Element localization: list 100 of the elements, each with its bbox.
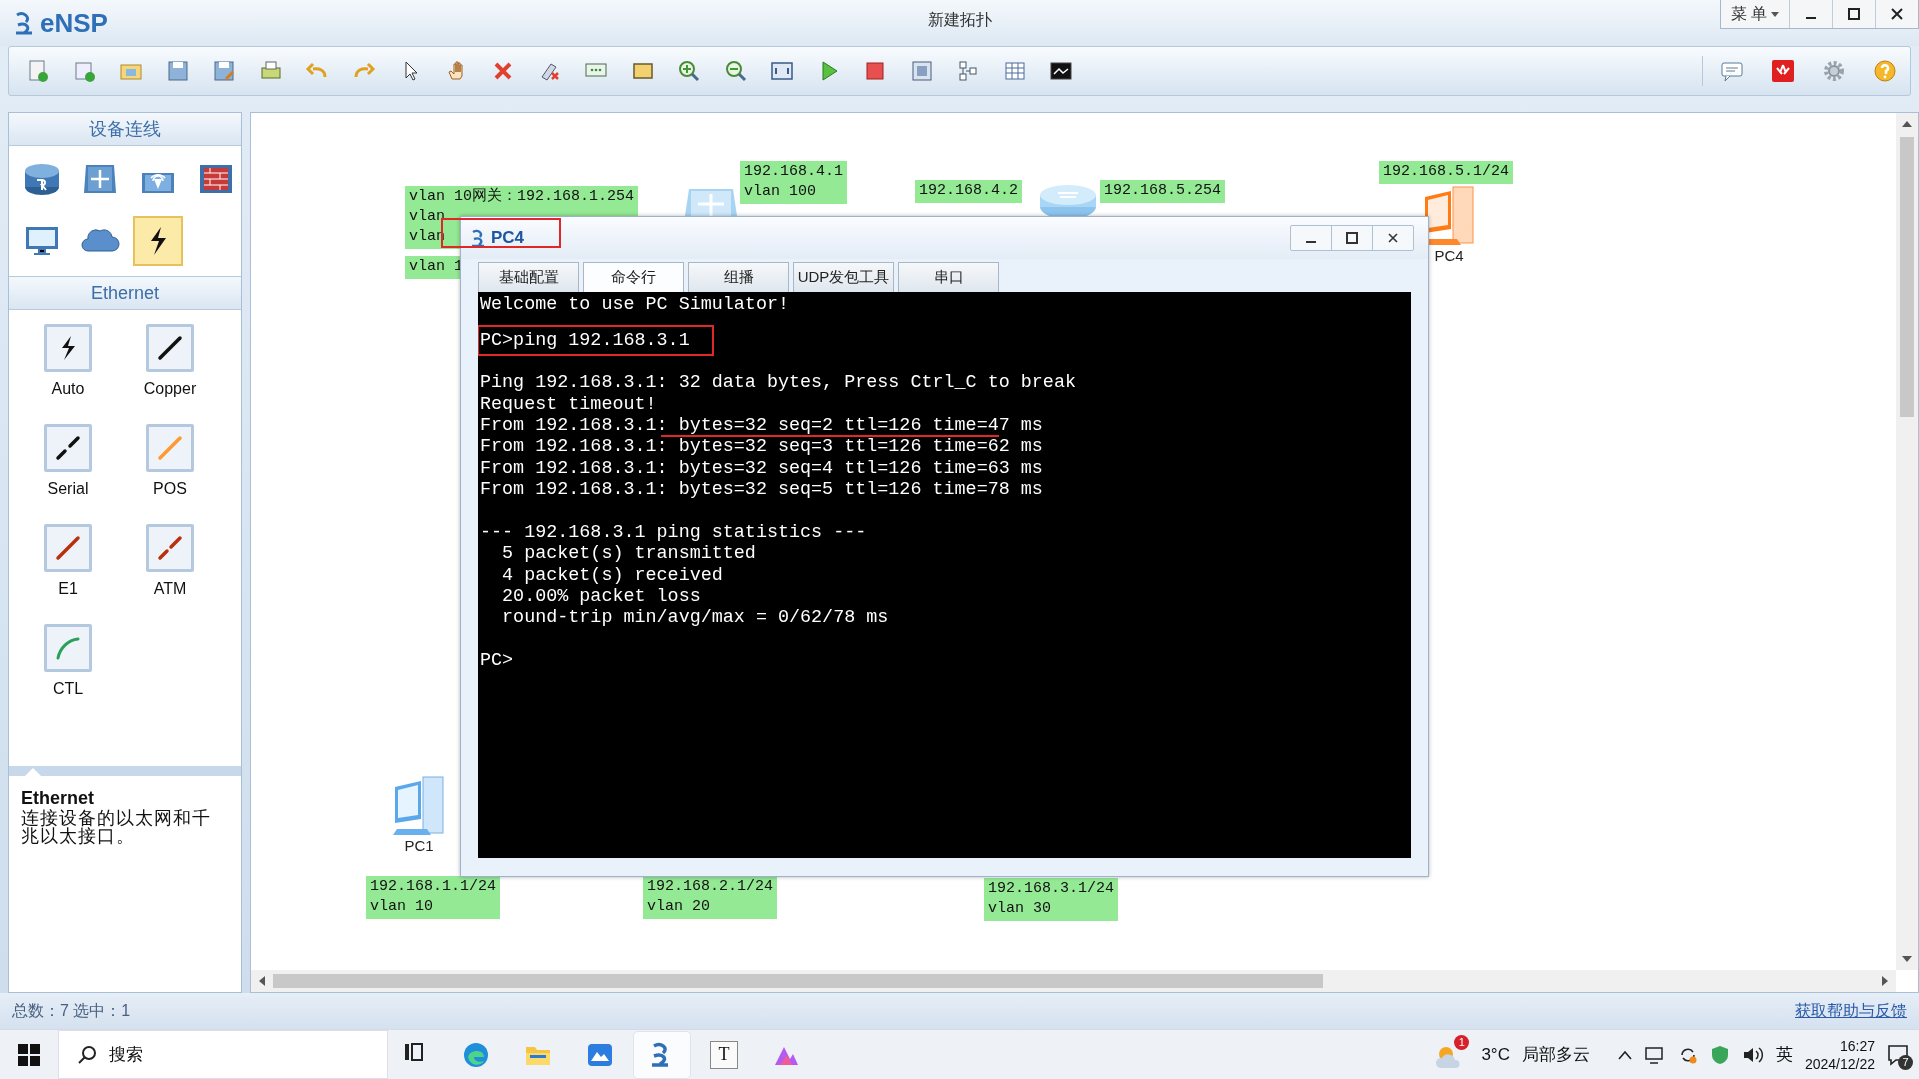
capture-icon: [909, 59, 934, 83]
status-text: 总数：7 选中：1: [12, 1000, 131, 1021]
cable-option[interactable]: Copper: [119, 324, 221, 424]
cable-label: Serial: [47, 480, 89, 498]
left-arrow-icon: [259, 976, 265, 986]
cable-option[interactable]: Auto: [17, 324, 119, 424]
chevron-up-icon: [1617, 1049, 1632, 1060]
new-page-icon: [72, 59, 97, 83]
cable-label: ATM: [153, 580, 187, 598]
caret-icon: [1771, 11, 1779, 17]
text-app-icon: T: [710, 1040, 738, 1069]
message-icon: [1887, 1043, 1909, 1066]
vertical-scrollbar[interactable]: [1896, 113, 1918, 970]
logo-icon: [1771, 59, 1795, 83]
topology-icon: [956, 59, 980, 83]
tab[interactable]: 组播: [688, 262, 789, 292]
terminal-line: Request timeout!: [480, 393, 657, 415]
terminal-line: Ping 192.168.3.1: 32 data bytes, Press Ctrl_C to break: [480, 372, 1076, 394]
address-label: 192.168.1.1/24 vlan 10: [366, 876, 501, 919]
up-arrow-icon: [1902, 121, 1912, 127]
save-icon: [165, 59, 190, 83]
terminal-line: --- 192.168.3.1 ping statistics ---: [480, 521, 867, 543]
terminal-line: PC>: [480, 650, 514, 672]
minimize-icon: [1305, 241, 1317, 243]
close-icon: [1891, 8, 1903, 20]
down-arrow-icon: [1902, 956, 1912, 962]
tab[interactable]: 基础配置: [478, 262, 579, 292]
maximize-icon: [1346, 232, 1358, 244]
device-label: PC1: [404, 837, 434, 854]
weather-badge: 1: [1454, 1034, 1470, 1050]
terminal-line: 5 packet(s) transmitted: [501, 543, 756, 565]
address-label: 192.168.5.1/24: [1379, 161, 1514, 184]
tab[interactable]: UDP发包工具: [793, 262, 894, 292]
scroll-thumb[interactable]: [273, 974, 1323, 988]
cable-label: POS: [153, 480, 187, 498]
cable-label: Copper: [143, 380, 197, 398]
info-title: Ethernet: [21, 788, 95, 809]
help-link[interactable]: 获取帮助与反馈: [1795, 1000, 1907, 1022]
stop-icon: [863, 59, 887, 83]
weather-widget[interactable]: 1: [1434, 1034, 1470, 1075]
address-label: 192.168.4.1 vlan 100: [740, 161, 848, 204]
address-label: 192.168.4.2: [915, 180, 1023, 203]
terminal-line: round-trip min/avg/max = 0/62/78 ms: [501, 607, 889, 629]
help-icon: [1873, 59, 1897, 83]
window-title: 新建拓扑: [927, 10, 992, 30]
new-file-icon: [26, 59, 50, 83]
taskbar-app[interactable]: [634, 1031, 690, 1078]
terminal-icon: [1049, 59, 1073, 83]
cable-label: E1: [58, 580, 78, 598]
weather-text: 局部多云: [1521, 1044, 1590, 1066]
device-label: PC4: [1434, 247, 1464, 264]
window-title: PC4: [491, 228, 525, 248]
cable-option[interactable]: ATM: [119, 524, 221, 624]
input-method[interactable]: 英: [1775, 1043, 1793, 1066]
address-label: 192.168.5.254: [1100, 180, 1226, 203]
address-label: 192.168.2.1/24 vlan 20: [643, 876, 778, 919]
terminal-line: From 192.168.3.1: bytes=32 seq=2 ttl=126 time=47 ms: [480, 414, 1043, 436]
save-as-icon: [212, 59, 236, 83]
terminal-line: From 192.168.3.1: bytes=32 seq=4 ttl=126 time=63 ms: [480, 457, 1043, 479]
cable-option[interactable]: Serial: [17, 424, 119, 524]
switch-icon: [683, 189, 739, 216]
cable-option[interactable]: E1: [17, 524, 119, 624]
search-icon: [77, 1044, 97, 1065]
browser-icon: [462, 1040, 490, 1069]
app-name: eNSP: [40, 8, 108, 39]
panel-header: 设备连线: [9, 113, 241, 146]
clock[interactable]: 16:27 2024/12/22: [1804, 1036, 1875, 1073]
horizontal-scrollbar[interactable]: [251, 970, 1896, 992]
cable-label: CTL: [52, 680, 84, 698]
taskbar-app[interactable]: T: [696, 1031, 752, 1078]
terminal[interactable]: [478, 292, 1411, 858]
windows-icon: [18, 1043, 40, 1066]
cable-option[interactable]: POS: [119, 424, 221, 524]
shield-icon: [1709, 1044, 1730, 1065]
panel-header: Ethernet: [9, 277, 241, 310]
scroll-thumb[interactable]: [1900, 137, 1914, 417]
terminal-line: 20.00% packet loss: [501, 586, 701, 608]
search-field[interactable]: 搜索: [58, 1030, 388, 1079]
task-view-icon: [404, 1041, 426, 1063]
maximize-icon: [1848, 8, 1860, 20]
minimize-icon: [1805, 17, 1817, 19]
terminal-line: 4 packet(s) received: [501, 564, 723, 586]
settings-icon: [1822, 59, 1846, 83]
temperature: 3°C: [1481, 1044, 1510, 1065]
terminal-line: Welcome to use PC Simulator!: [480, 294, 789, 315]
info-text: 连接设备的以太网和千兆以太接口。: [21, 809, 212, 845]
chat-icon: [1720, 59, 1744, 83]
zoom-in-icon: [677, 59, 701, 83]
address-label: 192.168.3.1/24 vlan 30: [984, 878, 1119, 921]
zoom-out-icon: [723, 59, 748, 83]
cable-option[interactable]: CTL: [17, 624, 119, 724]
table-icon: [1002, 59, 1027, 83]
right-arrow-icon: [1882, 976, 1888, 986]
device-button[interactable]: [133, 216, 183, 266]
tab[interactable]: 命令行: [583, 262, 684, 292]
fit-screen-icon: [770, 59, 794, 83]
volume-icon: [1741, 1044, 1764, 1065]
terminal-line: From 192.168.3.1: bytes=32 seq=5 ttl=126 time=78 ms: [480, 479, 1043, 501]
tab[interactable]: 串口: [898, 262, 999, 292]
cable-label: Auto: [51, 380, 85, 398]
